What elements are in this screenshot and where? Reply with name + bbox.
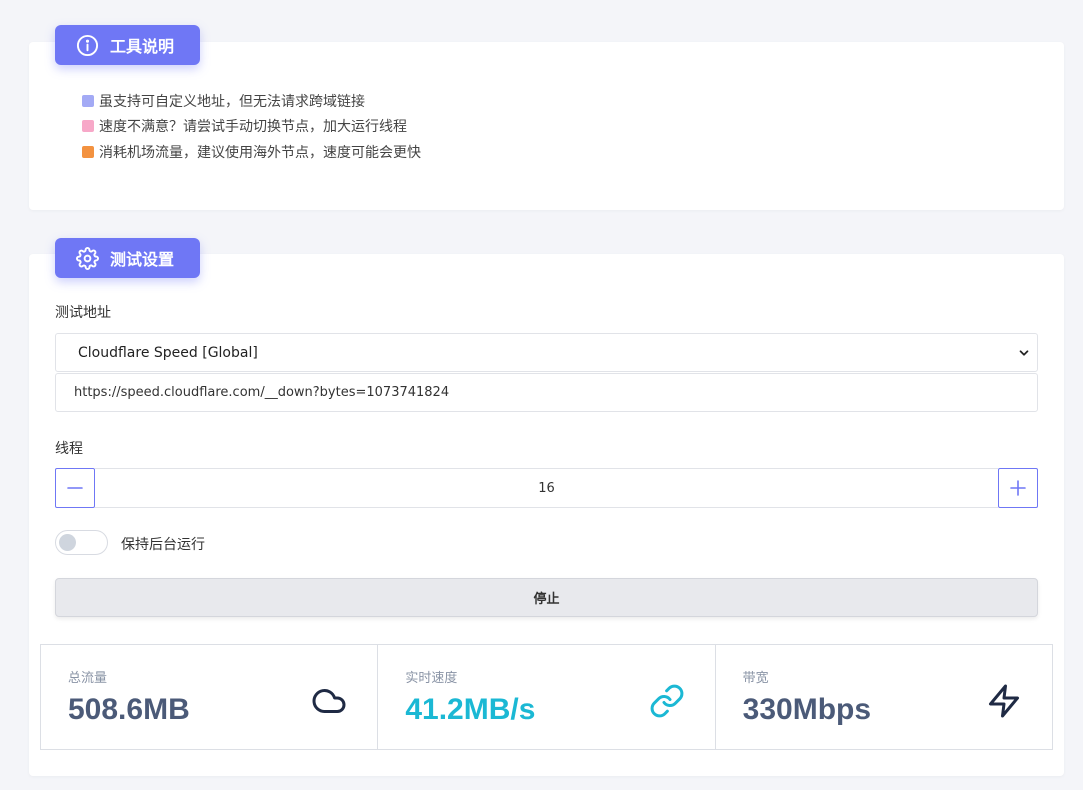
url-input-value: https://speed.cloudflare.com/__down?byte… (74, 385, 450, 400)
url-input[interactable]: https://speed.cloudflare.com/__down?byte… (55, 373, 1038, 412)
stat-value: 330Mbps (742, 693, 872, 726)
link-icon (650, 684, 684, 718)
toggle-knob (59, 534, 76, 551)
threads-label: 线程 (55, 441, 83, 457)
threads-value: 16 (538, 480, 555, 496)
note-item: 虽支持可自定义地址，但无法请求跨域链接 (82, 88, 421, 114)
note-bullet (82, 120, 94, 133)
stat-label: 实时速度 (405, 671, 458, 686)
stop-button-label: 停止 (533, 592, 560, 607)
gear-icon (76, 246, 99, 270)
stat-realtime-speed: 实时速度 41.2MB/s (378, 644, 716, 750)
note-bullet (82, 94, 94, 107)
notes-list: 虽支持可自定义地址，但无法请求跨域链接 速度不满意？请尝试手动切换节点，加大运行… (82, 88, 421, 165)
note-item: 消耗机场流量，建议使用海外节点，速度可能会更快 (82, 139, 421, 165)
note-text: 虽支持可自定义地址，但无法请求跨域链接 (99, 93, 365, 110)
background-run-toggle[interactable] (55, 530, 108, 555)
note-text: 消耗机场流量，建议使用海外节点，速度可能会更快 (99, 144, 421, 161)
stat-value: 41.2MB/s (405, 693, 536, 726)
tool-info-title: 工具说明 (110, 37, 175, 56)
stop-button[interactable]: 停止 (55, 578, 1038, 617)
plus-icon (1010, 480, 1026, 496)
threads-decrease-button[interactable] (55, 468, 95, 508)
url-select-value: Cloudflare Speed [Global] (78, 344, 258, 361)
chevron-down-icon (1019, 350, 1029, 356)
test-settings-title: 测试设置 (110, 250, 175, 269)
stat-bandwidth: 带宽 330Mbps (715, 644, 1053, 750)
info-icon (76, 34, 99, 56)
url-label: 测试地址 (55, 305, 111, 321)
stat-label: 总流量 (68, 671, 108, 686)
note-bullet (82, 145, 94, 158)
threads-increase-button[interactable] (998, 468, 1038, 508)
url-select[interactable]: Cloudflare Speed [Global] (55, 333, 1038, 372)
stats-panel: 总流量 508.6MB 实时速度 41.2MB/s 带宽 330Mbps (40, 644, 1053, 750)
tool-info-header: 工具说明 (55, 25, 200, 65)
stat-label: 带宽 (742, 671, 769, 686)
cloud-icon (312, 689, 346, 713)
note-text: 速度不满意？请尝试手动切换节点，加大运行线程 (99, 119, 407, 136)
stat-total-traffic: 总流量 508.6MB (40, 644, 379, 750)
note-item: 速度不满意？请尝试手动切换节点，加大运行线程 (82, 114, 421, 140)
stat-value: 508.6MB (68, 693, 190, 726)
lightning-icon (988, 684, 1019, 718)
background-run-label: 保持后台运行 (121, 537, 205, 553)
threads-input[interactable]: 16 (95, 468, 998, 508)
minus-icon (67, 487, 83, 489)
test-settings-header: 测试设置 (55, 238, 200, 278)
